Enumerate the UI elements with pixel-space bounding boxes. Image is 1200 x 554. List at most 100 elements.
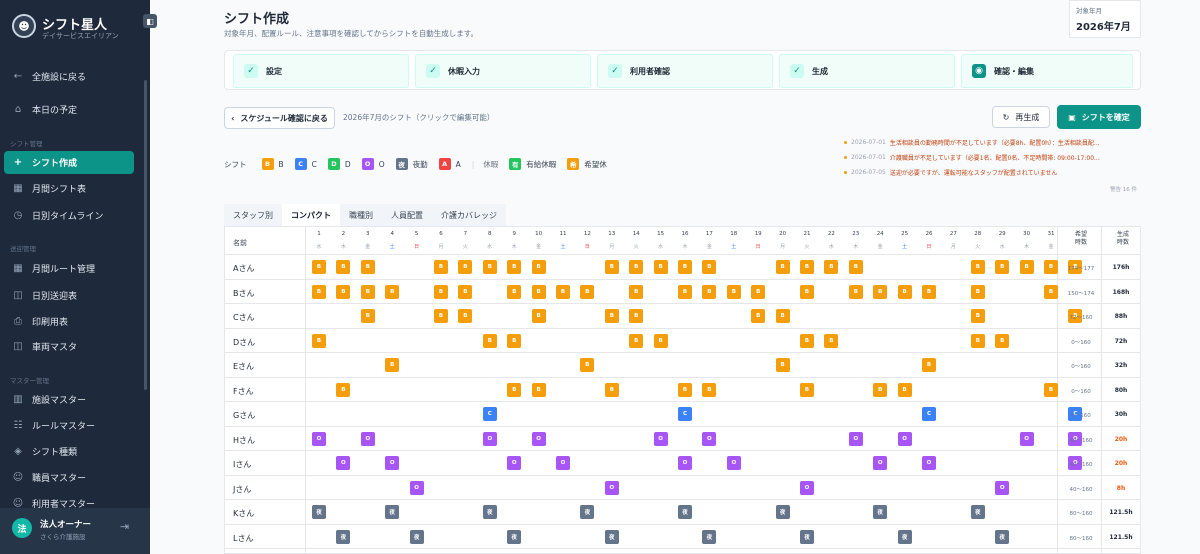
shift-cell[interactable]: B (897, 284, 912, 299)
shift-cell[interactable]: B (1019, 260, 1034, 274)
shift-cell[interactable]: O (409, 480, 424, 495)
shift-cell[interactable]: B (629, 333, 644, 348)
shift-cell[interactable]: B (653, 333, 668, 348)
shift-cell[interactable]: O (482, 431, 497, 446)
regenerate-button[interactable]: ↻ 再生成 (992, 106, 1050, 128)
shift-cell[interactable]: B (604, 260, 619, 274)
shift-cell[interactable]: B (336, 284, 351, 299)
shift-cell[interactable]: B (434, 260, 448, 274)
shift-cell[interactable]: B (507, 382, 522, 397)
shift-cell[interactable]: 夜 (678, 505, 692, 519)
shift-cell[interactable]: 夜 (775, 505, 790, 519)
shift-cell[interactable]: B (824, 260, 839, 274)
shift-cell[interactable]: B (702, 260, 717, 274)
shift-cell[interactable]: B (970, 284, 985, 299)
shift-cell[interactable]: 夜 (385, 505, 400, 519)
shift-cell[interactable]: 夜 (482, 505, 497, 519)
shift-cell[interactable]: O (995, 480, 1010, 495)
shift-cell[interactable]: B (360, 309, 375, 323)
shift-cell[interactable]: O (922, 456, 936, 470)
shift-cell[interactable]: B (629, 309, 644, 323)
sidebar-item-vehicle[interactable]: ◫ 車両マスタ (4, 335, 134, 358)
shift-cell[interactable]: B (336, 260, 351, 274)
shift-cell[interactable]: B (1044, 284, 1058, 299)
shift-cell[interactable]: B (678, 382, 692, 397)
shift-cell[interactable]: B (507, 284, 522, 299)
shift-cell[interactable]: B (531, 309, 546, 323)
shift-cell[interactable]: B (434, 284, 448, 299)
sidebar-item-back[interactable]: ← 全施設に戻る (4, 65, 134, 88)
shift-cell[interactable]: B (458, 309, 473, 323)
shift-cell[interactable]: O (507, 456, 522, 470)
shift-cell[interactable]: B (580, 358, 595, 372)
shift-cell[interactable]: B (775, 358, 790, 372)
sidebar-item-print[interactable]: ⎙ 印刷用表 (4, 310, 134, 333)
sidebar-item-daily-timeline[interactable]: ◷ 日別タイムライン (4, 204, 134, 227)
step-review[interactable]: ◉ 確認・編集 (961, 54, 1133, 88)
shift-cell[interactable]: B (312, 284, 326, 299)
sidebar-item-today[interactable]: ⌂ 本日の予定 (4, 98, 134, 121)
shift-cell[interactable]: B (629, 260, 644, 274)
shift-cell[interactable]: O (678, 456, 692, 470)
shift-cell[interactable]: B (702, 382, 717, 397)
shift-cell[interactable]: O (1019, 431, 1034, 446)
shift-cell[interactable]: 夜 (507, 529, 522, 544)
shift-cell[interactable]: B (482, 333, 497, 348)
shift-cell[interactable]: B (604, 382, 619, 397)
step-leave[interactable]: ✓ 休暇入力 (415, 54, 591, 88)
shift-cell[interactable]: B (995, 333, 1010, 348)
shift-cell[interactable]: B (848, 260, 863, 274)
shift-cell[interactable]: B (775, 260, 790, 274)
shift-cell[interactable]: O (336, 456, 351, 470)
step-generate[interactable]: ✓ 生成 (779, 54, 955, 88)
shift-cell[interactable]: B (458, 260, 473, 274)
shift-cell[interactable]: O (360, 431, 375, 446)
shift-cell[interactable]: B (775, 309, 790, 323)
shift-cell[interactable]: B (507, 333, 522, 348)
shift-cell[interactable]: 夜 (604, 529, 619, 544)
shift-cell[interactable]: B (751, 309, 766, 323)
shift-cell[interactable]: C (678, 407, 692, 421)
sidebar-item-daily-transport[interactable]: ◫ 日別送迎表 (4, 284, 134, 307)
shift-cell[interactable]: B (385, 284, 400, 299)
shift-cell[interactable]: O (385, 456, 400, 470)
shift-cell[interactable]: O (653, 431, 668, 446)
shift-cell[interactable]: 夜 (970, 505, 985, 519)
shift-cell[interactable]: B (385, 358, 400, 372)
shift-cell[interactable]: B (312, 260, 326, 274)
shift-cell[interactable]: B (726, 284, 741, 299)
tab-compact[interactable]: コンパクト (282, 204, 340, 226)
shift-cell[interactable]: O (312, 431, 326, 446)
shift-cell[interactable]: B (824, 333, 839, 348)
shift-cell[interactable]: B (360, 260, 375, 274)
shift-cell[interactable]: 夜 (897, 529, 912, 544)
shift-cell[interactable]: B (922, 358, 936, 372)
shift-cell[interactable]: B (482, 260, 497, 274)
shift-cell[interactable]: 夜 (702, 529, 717, 544)
shift-cell[interactable]: B (531, 260, 546, 274)
shift-cell[interactable]: B (629, 284, 644, 299)
shift-cell[interactable]: O (702, 431, 717, 446)
shift-cell[interactable]: B (531, 382, 546, 397)
shift-cell[interactable]: B (800, 333, 814, 348)
confirm-shift-button[interactable]: ▣ シフトを確定 (1057, 105, 1141, 129)
shift-cell[interactable]: O (800, 480, 814, 495)
shift-cell[interactable]: B (970, 260, 985, 274)
step-client[interactable]: ✓ 利用者確認 (597, 54, 773, 88)
shift-cell[interactable]: C (482, 407, 497, 421)
shift-cell[interactable]: O (726, 456, 741, 470)
shift-cell[interactable]: B (531, 284, 546, 299)
shift-cell[interactable]: B (507, 260, 522, 274)
shift-cell[interactable]: B (580, 284, 595, 299)
shift-cell[interactable]: B (1044, 260, 1058, 274)
step-settings[interactable]: ✓ 設定 (233, 54, 409, 88)
shift-cell[interactable]: B (678, 260, 692, 274)
shift-cell[interactable]: C (922, 407, 936, 421)
shift-cell[interactable]: B (922, 284, 936, 299)
shift-cell[interactable]: 夜 (409, 529, 424, 544)
shift-cell[interactable]: B (995, 260, 1010, 274)
shift-cell[interactable]: O (531, 431, 546, 446)
tab-job[interactable]: 職種別 (340, 204, 382, 226)
shift-cell[interactable]: B (897, 382, 912, 397)
shift-cell[interactable]: 夜 (873, 505, 888, 519)
